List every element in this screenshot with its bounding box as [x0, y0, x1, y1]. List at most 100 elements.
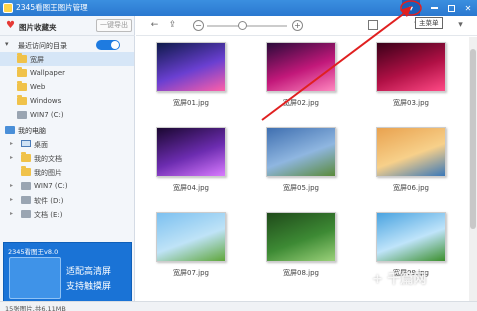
- recent-item-label: 宽屏: [30, 56, 44, 64]
- promo-line-2: 支持触摸屏: [66, 282, 112, 292]
- thumbnail-item[interactable]: 宽屏06.jpg: [356, 122, 466, 204]
- computer-item-documents[interactable]: ▸ 我的文档: [0, 151, 134, 165]
- computer-item-label: WIN7 (C:): [34, 182, 68, 190]
- computer-icon: [5, 126, 15, 134]
- thumbnail-item[interactable]: 宽屏01.jpg: [136, 37, 246, 119]
- folder-icon: [17, 53, 27, 63]
- thumbnail-item[interactable]: 宽屏07.jpg: [136, 207, 246, 289]
- folder-icon: [17, 67, 27, 77]
- window-title: 2345看图王图片管理: [16, 3, 88, 12]
- thumbnail-item[interactable]: 宽屏02.jpg: [246, 37, 356, 119]
- expand-arrow-icon[interactable]: ▸: [10, 196, 13, 203]
- computer-item-label: 桌面: [34, 141, 48, 149]
- thumbnail-filename: 宽屏06.jpg: [393, 184, 429, 192]
- thumbnail-image[interactable]: [156, 212, 226, 262]
- thumbnail-grid: 宽屏01.jpg 宽屏02.jpg 宽屏03.jpg 宽屏04.jpg 宽屏05…: [136, 37, 469, 301]
- thumbnail-filename: 宽屏07.jpg: [173, 269, 209, 277]
- folder-icon: [21, 166, 31, 176]
- close-icon: ✕: [464, 3, 472, 13]
- computer-item-label: 我的文档: [34, 155, 62, 163]
- computer-item-docs-drive[interactable]: ▸ 文档 (E:): [0, 207, 134, 221]
- thumbnail-filename: 宽屏03.jpg: [393, 99, 429, 107]
- recent-item-web[interactable]: Web: [0, 80, 134, 94]
- promo-line-1: 适配高清屏: [66, 267, 112, 277]
- expand-arrow-icon[interactable]: ▸: [10, 154, 13, 161]
- recent-dirs-section[interactable]: ▾ 最近访问的目录: [0, 39, 135, 51]
- promo-banner[interactable]: 2345看图王v8.0 适配高清屏 支持触摸屏: [3, 242, 132, 304]
- maximize-icon: [447, 4, 455, 12]
- thumbnail-image[interactable]: [266, 212, 336, 262]
- recent-item-label: Web: [30, 83, 46, 91]
- title-bar: 2345看图王图片管理 ▾ ✕: [0, 0, 477, 16]
- thumbnail-item[interactable]: 宽屏04.jpg: [136, 122, 246, 204]
- computer-item-software-drive[interactable]: ▸ 软件 (D:): [0, 193, 134, 207]
- zoom-in-button[interactable]: +: [292, 20, 303, 31]
- computer-item-pictures[interactable]: 我的图片: [0, 165, 134, 179]
- status-bar: 15张图片,共6.11MB: [0, 301, 477, 311]
- thumbnail-filename: 宽屏02.jpg: [283, 99, 319, 107]
- expand-arrow-icon[interactable]: ▸: [10, 210, 13, 217]
- chevron-down-icon: ▾: [408, 3, 413, 13]
- thumbnail-filename: 宽屏01.jpg: [173, 99, 209, 107]
- watermark-text: + 千篇网: [372, 272, 427, 287]
- computer-item-win7-drive[interactable]: ▸ WIN7 (C:): [0, 179, 134, 193]
- recent-dirs-label: 最近访问的目录: [18, 42, 67, 50]
- back-arrow-icon[interactable]: ←: [148, 19, 161, 32]
- computer-item-label: 软件 (D:): [34, 197, 64, 205]
- recent-dirs-toggle[interactable]: [96, 40, 120, 50]
- thumbnail-image[interactable]: [156, 42, 226, 92]
- thumbnail-filename: 宽屏04.jpg: [173, 184, 209, 192]
- drive-icon: [21, 182, 31, 190]
- my-computer-label: 我的电脑: [18, 127, 46, 135]
- thumbnail-filename: 宽屏05.jpg: [283, 184, 319, 192]
- minimize-button[interactable]: [425, 0, 443, 16]
- thumbnail-image[interactable]: [376, 127, 446, 177]
- zoom-slider-track[interactable]: [207, 25, 287, 27]
- sidebar: ♥ 图片收藏夹 一键导出 ▾ 最近访问的目录 宽屏 Wallpaper Web …: [0, 16, 135, 304]
- zoom-slider-thumb[interactable]: [238, 21, 247, 30]
- zoom-out-button[interactable]: −: [193, 20, 204, 31]
- more-options-icon[interactable]: ▾: [454, 19, 467, 32]
- status-text: 15张图片,共6.11MB: [5, 305, 66, 311]
- recent-item-widescreen[interactable]: 宽屏: [0, 52, 134, 66]
- tablet-illustration: [9, 257, 61, 299]
- thumbnail-item[interactable]: 宽屏03.jpg: [356, 37, 466, 119]
- view-mode-icon[interactable]: [368, 20, 378, 30]
- recent-item-label: Windows: [30, 97, 62, 105]
- main-menu-button[interactable]: ▾: [402, 0, 420, 16]
- drive-icon: [17, 111, 27, 119]
- recent-item-win7-drive[interactable]: WIN7 (C:): [0, 108, 134, 122]
- folder-icon: [17, 95, 27, 105]
- close-button[interactable]: ✕: [459, 0, 477, 16]
- up-folder-icon[interactable]: ⇪: [166, 19, 179, 32]
- expand-arrow-icon[interactable]: ▸: [10, 140, 13, 147]
- desktop-icon: [21, 140, 31, 147]
- one-click-export-button[interactable]: 一键导出: [96, 19, 132, 32]
- recent-item-wallpaper[interactable]: Wallpaper: [0, 66, 134, 80]
- chevron-down-icon: ▾: [5, 40, 9, 48]
- thumbnail-image[interactable]: [266, 42, 336, 92]
- computer-item-desktop[interactable]: ▸ 桌面: [0, 137, 134, 151]
- my-computer-section[interactable]: 我的电脑: [0, 124, 135, 136]
- favorites-header: ♥ 图片收藏夹 一键导出: [0, 16, 135, 36]
- thumbnail-image[interactable]: [376, 42, 446, 92]
- app-logo-icon: [3, 3, 13, 13]
- maximize-button[interactable]: [442, 0, 460, 16]
- thumbnail-filename: 宽屏08.jpg: [283, 269, 319, 277]
- thumbnail-item[interactable]: 宽屏08.jpg: [246, 207, 356, 289]
- computer-item-label: 文档 (E:): [34, 211, 63, 219]
- thumbnail-image[interactable]: [266, 127, 336, 177]
- drive-icon: [21, 196, 31, 204]
- favorites-label: 图片收藏夹: [19, 23, 57, 32]
- vertical-scrollbar[interactable]: [469, 37, 477, 301]
- thumbnail-image[interactable]: [156, 127, 226, 177]
- drive-icon: [21, 210, 31, 218]
- recent-item-windows[interactable]: Windows: [0, 94, 134, 108]
- computer-item-label: 我的图片: [34, 169, 62, 177]
- expand-arrow-icon[interactable]: ▸: [10, 182, 13, 189]
- recent-item-label: WIN7 (C:): [30, 111, 64, 119]
- scrollbar-thumb[interactable]: [470, 49, 476, 229]
- minimize-icon: [430, 7, 438, 9]
- thumbnail-item[interactable]: 宽屏05.jpg: [246, 122, 356, 204]
- thumbnail-image[interactable]: [376, 212, 446, 262]
